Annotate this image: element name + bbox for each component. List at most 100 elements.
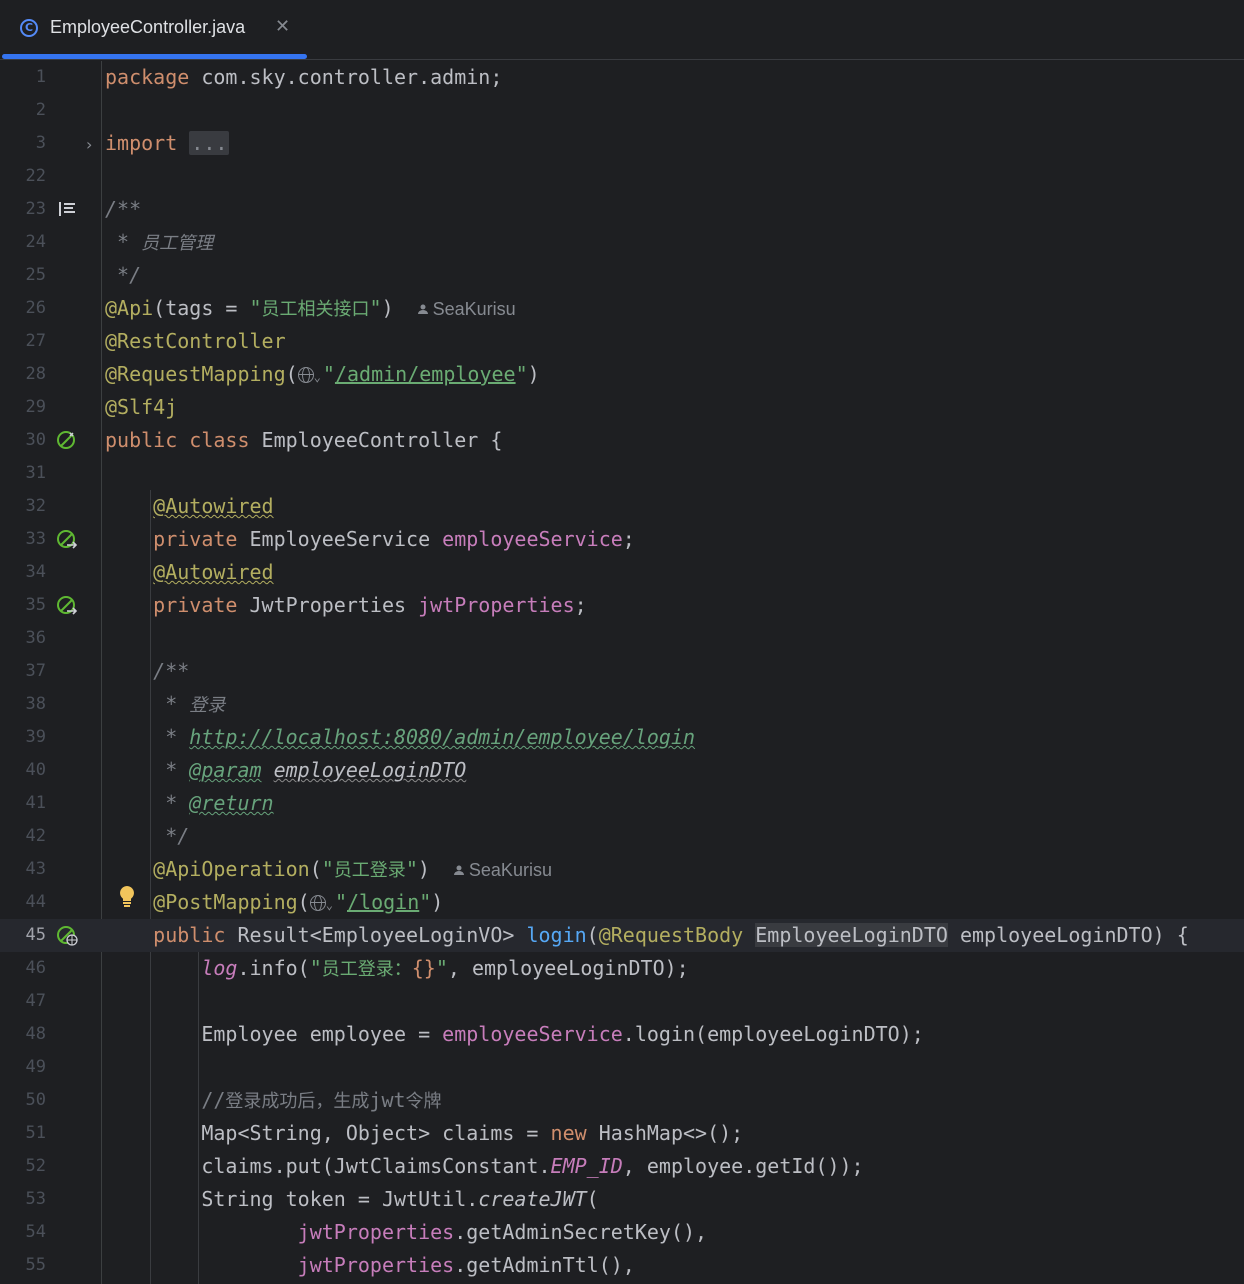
code-line[interactable]: 38 * 登录 <box>0 688 1244 721</box>
code-line[interactable]: 40 * @param employeeLoginDTO <box>0 754 1244 787</box>
reader-mode-icon[interactable] <box>56 198 78 220</box>
code-line[interactable]: 3 › import ... <box>0 127 1244 160</box>
code-text[interactable]: //登录成功后，生成jwt令牌 <box>105 1084 441 1118</box>
code-text[interactable]: claims.put(JwtClaimsConstant.EMP_ID, emp… <box>105 1150 863 1183</box>
line-number[interactable]: 43 <box>0 853 46 886</box>
code-line[interactable]: 51 Map<String, Object> claims = new Hash… <box>0 1117 1244 1150</box>
line-number[interactable]: 3 <box>0 127 46 160</box>
code-line[interactable]: 49 <box>0 1051 1244 1084</box>
line-number[interactable]: 51 <box>0 1117 46 1150</box>
code-text[interactable]: @RestController <box>105 325 286 358</box>
code-line[interactable]: 23 /** <box>0 193 1244 226</box>
code-text[interactable]: @Api(tags = "员工相关接口") SeaKurisu <box>105 292 516 326</box>
code-line[interactable]: 1 package com.sky.controller.admin; <box>0 61 1244 94</box>
author-hint[interactable]: SeaKurisu <box>417 299 516 320</box>
close-icon[interactable]: ✕ <box>275 16 290 37</box>
code-text[interactable]: * 登录 <box>105 688 225 722</box>
line-number[interactable]: 54 <box>0 1216 46 1249</box>
code-line[interactable]: 26 @Api(tags = "员工相关接口") SeaKurisu <box>0 292 1244 325</box>
code-line[interactable]: 2 <box>0 94 1244 127</box>
code-text[interactable]: /** <box>105 193 141 226</box>
code-line[interactable]: 36 <box>0 622 1244 655</box>
line-number[interactable]: 2 <box>0 94 46 127</box>
code-text[interactable]: private JwtProperties jwtProperties; <box>105 589 587 622</box>
code-line[interactable]: 30 public class EmployeeController { <box>0 424 1244 457</box>
code-text[interactable]: @ApiOperation("员工登录") SeaKurisu <box>105 853 552 887</box>
line-number[interactable]: 1 <box>0 61 46 94</box>
line-number[interactable]: 26 <box>0 292 46 325</box>
code-text[interactable]: jwtProperties.getAdminTtl(), <box>105 1249 635 1282</box>
code-text[interactable]: Employee employee = employeeService.logi… <box>105 1018 923 1051</box>
code-line[interactable]: 22 <box>0 160 1244 193</box>
code-line[interactable]: 53 String token = JwtUtil.createJWT( <box>0 1183 1244 1216</box>
code-text[interactable]: String token = JwtUtil.createJWT( <box>105 1183 598 1216</box>
code-text[interactable]: import ... <box>105 127 230 160</box>
code-line[interactable]: 37 /** <box>0 655 1244 688</box>
code-text[interactable]: */ <box>105 820 189 853</box>
code-text[interactable]: /** <box>105 655 189 688</box>
line-number[interactable]: 23 <box>0 193 46 226</box>
code-line[interactable]: 35 private JwtProperties jwtProperties; <box>0 589 1244 622</box>
code-line[interactable]: 31 <box>0 457 1244 490</box>
spring-bean-icon[interactable] <box>56 429 78 451</box>
code-line[interactable]: 44 @PostMapping(⌄ "/login") <box>0 886 1244 919</box>
code-text[interactable]: package com.sky.controller.admin; <box>105 61 502 94</box>
line-number[interactable]: 42 <box>0 820 46 853</box>
code-line[interactable]: 50 //登录成功后，生成jwt令牌 <box>0 1084 1244 1117</box>
code-line[interactable]: 42 */ <box>0 820 1244 853</box>
code-text[interactable]: @Autowired <box>105 556 273 589</box>
code-text[interactable]: jwtProperties.getAdminSecretKey(), <box>105 1216 707 1249</box>
line-number[interactable]: 50 <box>0 1084 46 1117</box>
code-line[interactable]: 32 @Autowired <box>0 490 1244 523</box>
line-number[interactable]: 35 <box>0 589 46 622</box>
code-line[interactable]: 34 @Autowired <box>0 556 1244 589</box>
line-number[interactable]: 55 <box>0 1249 46 1282</box>
code-line[interactable]: 28 @RequestMapping(⌄ "/admin/employee") <box>0 358 1244 391</box>
code-text[interactable]: private EmployeeService employeeService; <box>105 523 635 556</box>
code-line[interactable]: 48 Employee employee = employeeService.l… <box>0 1018 1244 1051</box>
code-line[interactable]: 43 @ApiOperation("员工登录") SeaKurisu <box>0 853 1244 886</box>
code-text[interactable]: * @param employeeLoginDTO <box>105 754 466 787</box>
line-number[interactable]: 32 <box>0 490 46 523</box>
code-line[interactable]: 27 @RestController <box>0 325 1244 358</box>
code-text[interactable]: public class EmployeeController { <box>105 424 502 457</box>
code-line[interactable]: 45 public Result<EmployeeLoginVO> login(… <box>0 919 1244 952</box>
code-text[interactable]: * http://localhost:8080/admin/employee/l… <box>105 721 695 754</box>
code-line[interactable]: 29 @Slf4j <box>0 391 1244 424</box>
line-number[interactable]: 29 <box>0 391 46 424</box>
code-line[interactable]: 47 <box>0 985 1244 1018</box>
line-number[interactable]: 37 <box>0 655 46 688</box>
code-text[interactable]: @Autowired <box>105 490 273 523</box>
line-number[interactable]: 38 <box>0 688 46 721</box>
code-text[interactable]: * @return <box>105 787 273 820</box>
line-number[interactable]: 41 <box>0 787 46 820</box>
line-number[interactable]: 39 <box>0 721 46 754</box>
line-number[interactable]: 24 <box>0 226 46 259</box>
code-line[interactable]: 55 jwtProperties.getAdminTtl(), <box>0 1249 1244 1282</box>
line-number[interactable]: 30 <box>0 424 46 457</box>
code-text[interactable]: log.info("员工登录：{}", employeeLoginDTO); <box>105 952 688 986</box>
code-line[interactable]: 24 * 员工管理 <box>0 226 1244 259</box>
code-line[interactable]: 41 * @return <box>0 787 1244 820</box>
code-line[interactable]: 25 */ <box>0 259 1244 292</box>
line-number[interactable]: 31 <box>0 457 46 490</box>
code-line[interactable]: 39 * http://localhost:8080/admin/employe… <box>0 721 1244 754</box>
spring-autowired-icon[interactable] <box>56 528 78 550</box>
line-number[interactable]: 45 <box>0 919 46 952</box>
code-line[interactable]: 46 log.info("员工登录：{}", employeeLoginDTO)… <box>0 952 1244 985</box>
line-number[interactable]: 46 <box>0 952 46 985</box>
line-number[interactable]: 28 <box>0 358 46 391</box>
spring-autowired-icon[interactable] <box>56 594 78 616</box>
code-editor[interactable]: 1 package com.sky.controller.admin; 2 3 › imp… <box>0 61 1244 1284</box>
line-number[interactable]: 22 <box>0 160 46 193</box>
line-number[interactable]: 49 <box>0 1051 46 1084</box>
code-text[interactable]: Map<String, Object> claims = new HashMap… <box>105 1117 743 1150</box>
code-line[interactable]: 33 private EmployeeService employeeServi… <box>0 523 1244 556</box>
line-number[interactable]: 36 <box>0 622 46 655</box>
line-number[interactable]: 52 <box>0 1150 46 1183</box>
fold-expand-icon[interactable]: › <box>86 135 92 154</box>
spring-endpoint-icon[interactable] <box>56 924 78 946</box>
line-number[interactable]: 48 <box>0 1018 46 1051</box>
line-number[interactable]: 33 <box>0 523 46 556</box>
line-number[interactable]: 47 <box>0 985 46 1018</box>
